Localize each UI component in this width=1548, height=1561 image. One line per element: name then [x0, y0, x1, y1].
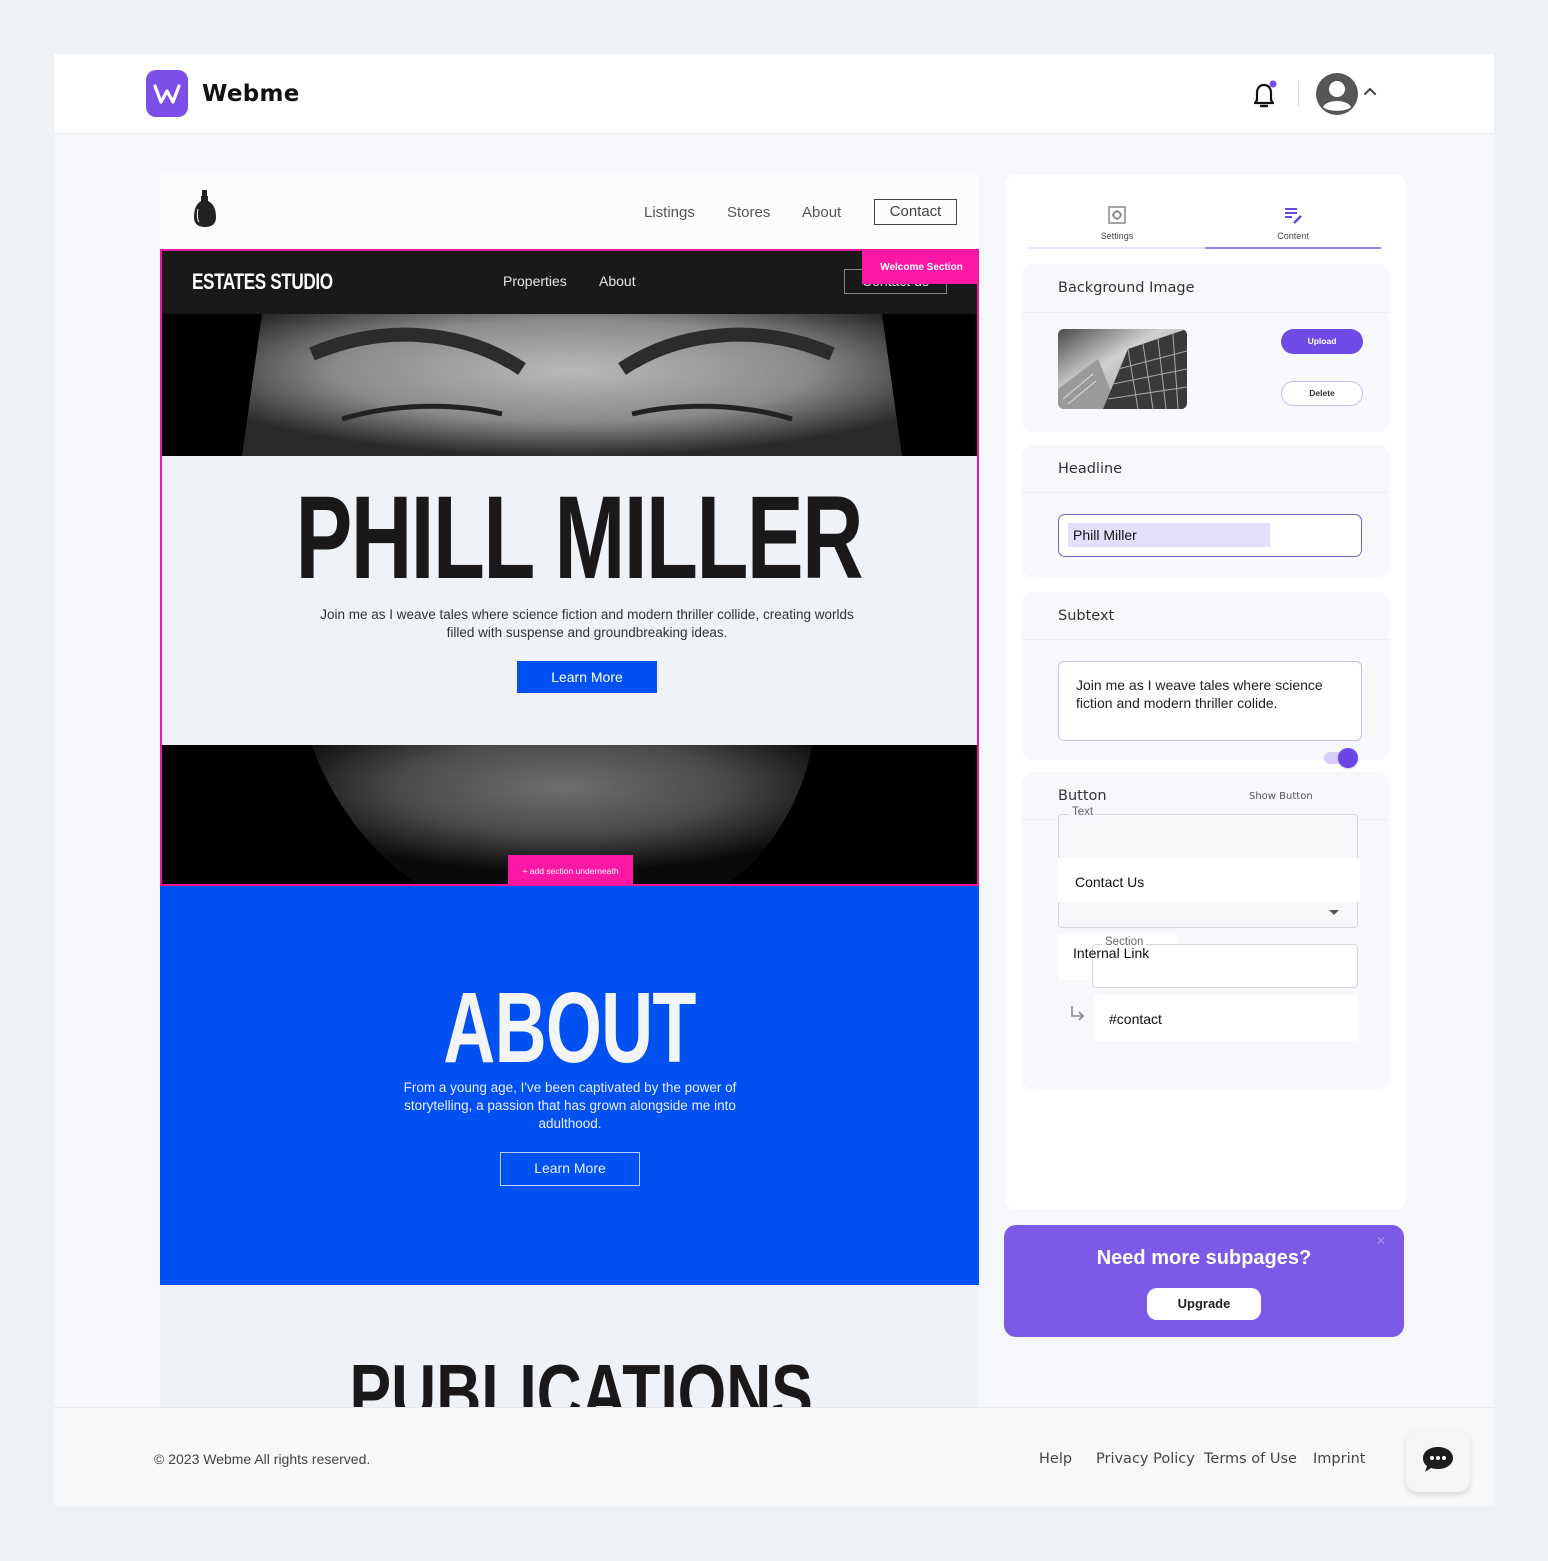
nav-contact-button[interactable]: Contact	[874, 199, 957, 225]
background-image-title: Background Image	[1058, 280, 1195, 296]
editor-panel: Settings Content Background Image Upload…	[1005, 175, 1406, 1209]
publications-title: PUBLICATIONS	[349, 1348, 813, 1408]
headline-input[interactable]: Phill Miller	[1058, 514, 1362, 557]
website-preview[interactable]: Listings Stores About Contact ESTATES ST…	[160, 175, 979, 1407]
top-bar: Webme	[54, 54, 1494, 134]
about-text: From a young age, I've been captivated b…	[403, 1080, 737, 1131]
welcome-nav-properties[interactable]: Properties	[503, 273, 567, 289]
notifications-button[interactable]	[1252, 80, 1278, 110]
hero-learn-more-button[interactable]: Learn More	[517, 661, 657, 693]
user-avatar[interactable]	[1315, 72, 1359, 116]
welcome-header: ESTATES STUDIO Properties About Contact …	[162, 251, 977, 314]
site-name: ESTATES STUDIO	[192, 269, 333, 294]
footer-link-terms[interactable]: Terms of Use	[1204, 1451, 1297, 1467]
show-button-label: Show Button	[1249, 791, 1313, 802]
card-divider	[1022, 492, 1389, 493]
site-logo[interactable]	[190, 189, 220, 229]
section-anchor-value[interactable]: #contact	[1094, 995, 1358, 1041]
tab-settings-label: Settings	[1100, 231, 1134, 241]
nav-about[interactable]: About	[802, 204, 841, 221]
bell-icon	[1253, 80, 1277, 108]
tab-settings[interactable]: Settings	[1029, 205, 1205, 241]
nav-stores[interactable]: Stores	[727, 204, 770, 221]
subtext-textarea[interactable]: Join me as I weave tales where science f…	[1058, 661, 1362, 741]
headline-input-value: Phill Miller	[1068, 523, 1270, 547]
subtext-title: Subtext	[1058, 608, 1115, 624]
button-card: Button Show Button Text Contact Us Secti…	[1022, 772, 1389, 1090]
card-divider	[1022, 639, 1389, 640]
welcome-section[interactable]: ESTATES STUDIO Properties About Contact …	[160, 249, 979, 886]
background-image-thumbnail[interactable]	[1058, 329, 1187, 409]
upgrade-promo: × Need more subpages? Upgrade	[1004, 1225, 1404, 1337]
upload-button[interactable]: Upload	[1281, 329, 1363, 354]
account-menu-toggle[interactable]	[1362, 84, 1378, 100]
about-learn-more-button[interactable]: Learn More	[500, 1152, 640, 1186]
subdirectory-arrow-icon	[1071, 1006, 1085, 1021]
webme-logo[interactable]	[146, 70, 188, 117]
dropdown-caret-icon[interactable]	[1329, 910, 1339, 915]
promo-title: Need more subpages?	[1096, 1247, 1312, 1269]
headline-title: Headline	[1058, 461, 1123, 477]
active-tab-indicator	[1205, 247, 1381, 249]
delete-button[interactable]: Delete	[1281, 381, 1363, 406]
upgrade-button[interactable]: Upgrade	[1147, 1288, 1261, 1320]
hero-image-top	[162, 314, 977, 456]
app-window: Webme Listings Stores About Contact ESTA…	[54, 54, 1494, 1506]
welcome-nav-about[interactable]: About	[599, 273, 636, 289]
about-section[interactable]: ABOUT From a young age, I've been captiv…	[160, 886, 979, 1285]
text-field-legend: Text	[1069, 806, 1097, 818]
face-eyes-image	[162, 314, 977, 456]
chat-bubble-icon	[1423, 1447, 1453, 1472]
link-type-value[interactable]: Internal Link	[1073, 945, 1149, 961]
button-text-value[interactable]: Contact Us	[1058, 858, 1360, 902]
add-section-button[interactable]: + add section underneath	[508, 855, 633, 884]
background-image-card: Background Image Upload Delete	[1022, 264, 1389, 432]
button-title: Button	[1058, 788, 1107, 804]
bottle-icon	[194, 190, 216, 227]
show-button-toggle[interactable]	[1322, 748, 1358, 768]
w-logo-icon	[153, 83, 181, 104]
chevron-up-icon	[1364, 87, 1376, 95]
building-image	[1058, 329, 1187, 409]
hero-headline: PHILL MILLER	[295, 472, 864, 604]
toggle-knob	[1338, 748, 1358, 768]
footer: © 2023 Webme All rights reserved. Help P…	[54, 1407, 1494, 1506]
section-label-badge: Welcome Section	[862, 251, 977, 284]
settings-icon	[1108, 206, 1126, 224]
card-divider	[1022, 312, 1389, 313]
footer-link-privacy[interactable]: Privacy Policy	[1096, 1451, 1195, 1467]
copyright: © 2023 Webme All rights reserved.	[154, 1451, 371, 1467]
site-navigation: Listings Stores About Contact	[160, 175, 979, 249]
headline-card: Headline Phill Miller	[1022, 445, 1389, 578]
footer-link-imprint[interactable]: Imprint	[1313, 1451, 1365, 1467]
user-icon	[1316, 73, 1358, 115]
tab-content-label: Content	[1277, 231, 1309, 241]
footer-link-help[interactable]: Help	[1039, 1451, 1072, 1467]
divider	[1298, 82, 1299, 106]
hero-content: PHILL MILLER Join me as I weave tales wh…	[162, 456, 977, 745]
tab-content[interactable]: Content	[1205, 205, 1381, 241]
edit-content-icon	[1285, 208, 1302, 224]
brand-name: Webme	[202, 81, 300, 107]
add-section-label: add section underneath	[529, 866, 619, 876]
subtext-card: Subtext Join me as I weave tales where s…	[1022, 592, 1389, 768]
notification-dot	[1269, 80, 1277, 88]
nav-listings[interactable]: Listings	[644, 204, 695, 221]
plus-icon: +	[522, 866, 530, 876]
about-title: ABOUT	[443, 972, 696, 1084]
chat-button[interactable]	[1406, 1428, 1470, 1492]
hero-subtext: Join me as I weave tales where science f…	[320, 607, 854, 640]
